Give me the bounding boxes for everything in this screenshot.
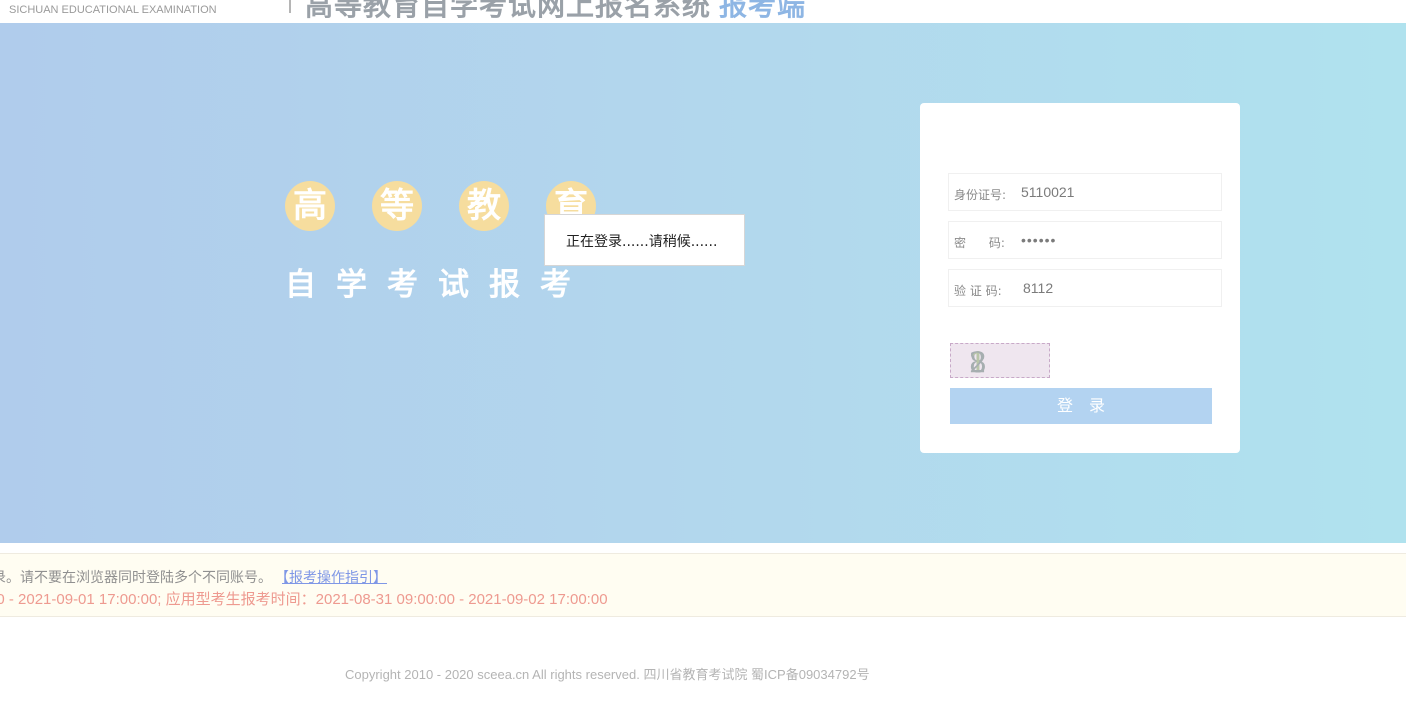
banner-circle-char: 等 xyxy=(372,181,422,231)
password-field[interactable]: 密 码: •••••• xyxy=(948,221,1222,259)
id-number-field[interactable]: 身份证号: 5110021 xyxy=(948,173,1222,211)
login-card: 身份证号: 5110021 密 码: •••••• 验 证 码: 8112 81… xyxy=(920,103,1240,453)
loading-message: 正在登录......请稍候...... xyxy=(566,234,718,250)
id-number-input[interactable]: 5110021 xyxy=(1021,184,1087,200)
captcha-input[interactable]: 8112 xyxy=(1023,280,1053,296)
banner: 高 等 教 育 自学考试报考 正在登录......请稍候...... 身份证号:… xyxy=(0,23,1406,543)
captcha-label: 验 证 码: xyxy=(954,284,1002,298)
notice-panel: 录。请不要在浏览器同时登陆多个不同账号。 【报考操作指引】 00 - 2021-0… xyxy=(0,553,1406,617)
banner-circle-char: 高 xyxy=(285,181,335,231)
system-title: 高等教育自学考试网上报名系统 报考端 xyxy=(305,0,806,23)
system-title-main: 高等教育自学考试网上报名系统 xyxy=(305,0,712,22)
id-number-label: 身份证号: xyxy=(954,188,1007,202)
footer-copyright: Copyright 2010 - 2020 sceea.cn All right… xyxy=(345,667,870,682)
registration-time-text: 00 - 2021-09-01 17:00:00; 应用型考生报考时间：2021… xyxy=(0,591,608,608)
notice-line: 录。请不要在浏览器同时登陆多个不同账号。 【报考操作指引】 xyxy=(0,567,387,587)
password-label: 密 码: xyxy=(954,236,1005,250)
banner-circle-char: 教 xyxy=(459,181,509,231)
password-input[interactable]: •••••• xyxy=(1021,232,1056,248)
system-title-accent: 报考端 xyxy=(719,0,807,22)
guide-link[interactable]: 【报考操作指引】 xyxy=(282,570,387,586)
org-name-en: SICHUAN EDUCATIONAL EXAMINATION xyxy=(9,4,217,16)
captcha-image[interactable]: 8112 xyxy=(950,343,1050,379)
captcha-digit: 2 xyxy=(969,346,992,379)
loading-popup: 正在登录......请稍候...... xyxy=(544,214,745,266)
login-button[interactable]: 登录 xyxy=(950,388,1212,424)
header: SICHUAN EDUCATIONAL EXAMINATION 高等教育自学考试… xyxy=(0,0,1406,23)
header-divider xyxy=(289,0,291,13)
captcha-field[interactable]: 验 证 码: 8112 xyxy=(948,269,1222,307)
notice-text: 录。请不要在浏览器同时登陆多个不同账号。 xyxy=(0,570,272,586)
